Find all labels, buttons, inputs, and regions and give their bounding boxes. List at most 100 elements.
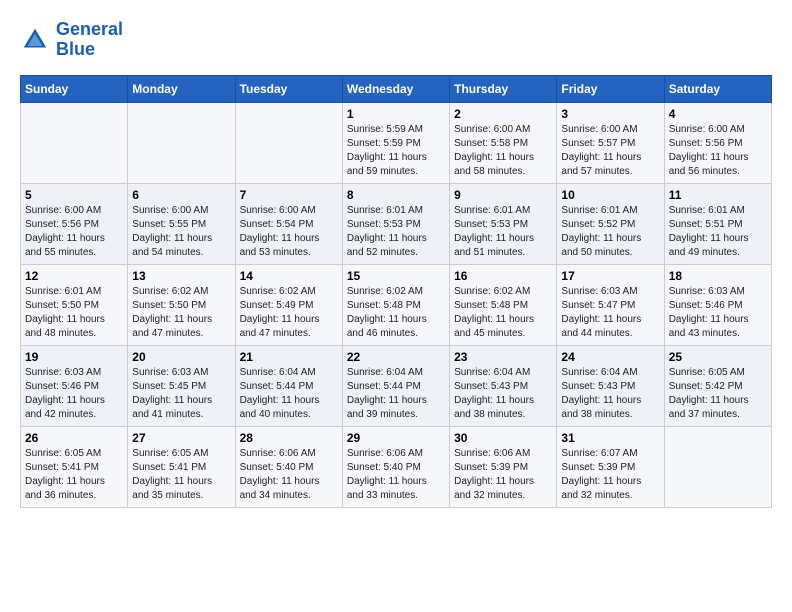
- day-info: Sunrise: 6:05 AM Sunset: 5:41 PM Dayligh…: [132, 447, 230, 503]
- day-number: 27: [132, 431, 230, 445]
- day-info: Sunrise: 6:05 AM Sunset: 5:41 PM Dayligh…: [25, 447, 123, 503]
- day-info: Sunrise: 6:02 AM Sunset: 5:49 PM Dayligh…: [240, 285, 338, 341]
- day-info: Sunrise: 6:04 AM Sunset: 5:44 PM Dayligh…: [347, 366, 445, 422]
- day-info: Sunrise: 6:03 AM Sunset: 5:45 PM Dayligh…: [132, 366, 230, 422]
- day-info: Sunrise: 6:04 AM Sunset: 5:43 PM Dayligh…: [561, 366, 659, 422]
- calendar-cell: 10 Sunrise: 6:01 AM Sunset: 5:52 PM Dayli…: [557, 183, 664, 264]
- logo-text: General Blue: [56, 20, 123, 60]
- weekday-header-sunday: Sunday: [21, 75, 128, 102]
- day-info: Sunrise: 6:02 AM Sunset: 5:50 PM Dayligh…: [132, 285, 230, 341]
- calendar-cell: 4 Sunrise: 6:00 AM Sunset: 5:56 PM Daylig…: [664, 102, 771, 183]
- day-number: 28: [240, 431, 338, 445]
- calendar-cell: 14 Sunrise: 6:02 AM Sunset: 5:49 PM Dayli…: [235, 264, 342, 345]
- day-number: 21: [240, 350, 338, 364]
- day-number: 18: [669, 269, 767, 283]
- day-info: Sunrise: 6:05 AM Sunset: 5:42 PM Dayligh…: [669, 366, 767, 422]
- calendar-cell: [664, 426, 771, 507]
- calendar-cell: 30 Sunrise: 6:06 AM Sunset: 5:39 PM Dayli…: [450, 426, 557, 507]
- day-info: Sunrise: 6:06 AM Sunset: 5:40 PM Dayligh…: [347, 447, 445, 503]
- day-number: 9: [454, 188, 552, 202]
- weekday-header-monday: Monday: [128, 75, 235, 102]
- calendar-cell: 16 Sunrise: 6:02 AM Sunset: 5:48 PM Dayli…: [450, 264, 557, 345]
- day-number: 8: [347, 188, 445, 202]
- day-info: Sunrise: 6:01 AM Sunset: 5:50 PM Dayligh…: [25, 285, 123, 341]
- logo-icon: [20, 25, 50, 55]
- day-info: Sunrise: 6:02 AM Sunset: 5:48 PM Dayligh…: [454, 285, 552, 341]
- day-number: 26: [25, 431, 123, 445]
- day-info: Sunrise: 6:01 AM Sunset: 5:51 PM Dayligh…: [669, 204, 767, 260]
- weekday-header-friday: Friday: [557, 75, 664, 102]
- weekday-header-wednesday: Wednesday: [342, 75, 449, 102]
- day-number: 12: [25, 269, 123, 283]
- calendar-cell: [235, 102, 342, 183]
- day-number: 10: [561, 188, 659, 202]
- day-info: Sunrise: 6:01 AM Sunset: 5:53 PM Dayligh…: [454, 204, 552, 260]
- calendar-cell: 15 Sunrise: 6:02 AM Sunset: 5:48 PM Dayli…: [342, 264, 449, 345]
- day-number: 7: [240, 188, 338, 202]
- calendar-cell: 17Sunrise: 6:03 AM Sunset: 5:47 PM Dayli…: [557, 264, 664, 345]
- day-info: Sunrise: 5:59 AM Sunset: 5:59 PM Dayligh…: [347, 123, 445, 179]
- calendar-cell: 6Sunrise: 6:00 AM Sunset: 5:55 PM Daylig…: [128, 183, 235, 264]
- day-info: Sunrise: 6:06 AM Sunset: 5:39 PM Dayligh…: [454, 447, 552, 503]
- day-number: 25: [669, 350, 767, 364]
- calendar-cell: 25 Sunrise: 6:05 AM Sunset: 5:42 PM Dayli…: [664, 345, 771, 426]
- day-number: 13: [132, 269, 230, 283]
- day-number: 20: [132, 350, 230, 364]
- day-info: Sunrise: 6:01 AM Sunset: 5:53 PM Dayligh…: [347, 204, 445, 260]
- day-info: Sunrise: 6:06 AM Sunset: 5:40 PM Dayligh…: [240, 447, 338, 503]
- calendar-cell: 12 Sunrise: 6:01 AM Sunset: 5:50 PM Dayli…: [21, 264, 128, 345]
- day-info: Sunrise: 6:01 AM Sunset: 5:52 PM Dayligh…: [561, 204, 659, 260]
- weekday-header-saturday: Saturday: [664, 75, 771, 102]
- calendar-cell: 8 Sunrise: 6:01 AM Sunset: 5:53 PM Daylig…: [342, 183, 449, 264]
- calendar-week-row: 12 Sunrise: 6:01 AM Sunset: 5:50 PM Dayli…: [21, 264, 772, 345]
- day-info: Sunrise: 6:04 AM Sunset: 5:44 PM Dayligh…: [240, 366, 338, 422]
- day-number: 6: [132, 188, 230, 202]
- day-info: Sunrise: 6:03 AM Sunset: 5:46 PM Dayligh…: [25, 366, 123, 422]
- calendar-cell: 19 Sunrise: 6:03 AM Sunset: 5:46 PM Dayli…: [21, 345, 128, 426]
- calendar-cell: 5Sunrise: 6:00 AM Sunset: 5:56 PM Daylig…: [21, 183, 128, 264]
- day-info: Sunrise: 6:00 AM Sunset: 5:57 PM Dayligh…: [561, 123, 659, 179]
- calendar-cell: [128, 102, 235, 183]
- calendar-table: SundayMondayTuesdayWednesdayThursdayFrid…: [20, 75, 772, 508]
- day-number: 4: [669, 107, 767, 121]
- weekday-header-thursday: Thursday: [450, 75, 557, 102]
- day-info: Sunrise: 6:00 AM Sunset: 5:54 PM Dayligh…: [240, 204, 338, 260]
- calendar-cell: 21 Sunrise: 6:04 AM Sunset: 5:44 PM Dayli…: [235, 345, 342, 426]
- day-info: Sunrise: 6:02 AM Sunset: 5:48 PM Dayligh…: [347, 285, 445, 341]
- calendar-cell: 23Sunrise: 6:04 AM Sunset: 5:43 PM Dayli…: [450, 345, 557, 426]
- day-number: 2: [454, 107, 552, 121]
- day-number: 11: [669, 188, 767, 202]
- day-info: Sunrise: 6:00 AM Sunset: 5:58 PM Dayligh…: [454, 123, 552, 179]
- calendar-cell: 3 Sunrise: 6:00 AM Sunset: 5:57 PM Daylig…: [557, 102, 664, 183]
- calendar-week-row: 5Sunrise: 6:00 AM Sunset: 5:56 PM Daylig…: [21, 183, 772, 264]
- day-number: 19: [25, 350, 123, 364]
- calendar-cell: 2 Sunrise: 6:00 AM Sunset: 5:58 PM Daylig…: [450, 102, 557, 183]
- day-number: 15: [347, 269, 445, 283]
- day-info: Sunrise: 6:04 AM Sunset: 5:43 PM Dayligh…: [454, 366, 552, 422]
- calendar-cell: 31Sunrise: 6:07 AM Sunset: 5:39 PM Dayli…: [557, 426, 664, 507]
- calendar-week-row: 1Sunrise: 5:59 AM Sunset: 5:59 PM Daylig…: [21, 102, 772, 183]
- logo: General Blue: [20, 20, 123, 60]
- day-number: 16: [454, 269, 552, 283]
- calendar-cell: 11 Sunrise: 6:01 AM Sunset: 5:51 PM Dayli…: [664, 183, 771, 264]
- day-number: 14: [240, 269, 338, 283]
- calendar-week-row: 19 Sunrise: 6:03 AM Sunset: 5:46 PM Dayli…: [21, 345, 772, 426]
- calendar-cell: [21, 102, 128, 183]
- day-info: Sunrise: 6:00 AM Sunset: 5:56 PM Dayligh…: [669, 123, 767, 179]
- weekday-header-row: SundayMondayTuesdayWednesdayThursdayFrid…: [21, 75, 772, 102]
- calendar-cell: 7 Sunrise: 6:00 AM Sunset: 5:54 PM Daylig…: [235, 183, 342, 264]
- day-info: Sunrise: 6:07 AM Sunset: 5:39 PM Dayligh…: [561, 447, 659, 503]
- calendar-cell: 13 Sunrise: 6:02 AM Sunset: 5:50 PM Dayli…: [128, 264, 235, 345]
- calendar-cell: 9 Sunrise: 6:01 AM Sunset: 5:53 PM Daylig…: [450, 183, 557, 264]
- day-number: 17: [561, 269, 659, 283]
- calendar-cell: 26 Sunrise: 6:05 AM Sunset: 5:41 PM Dayli…: [21, 426, 128, 507]
- calendar-cell: 29Sunrise: 6:06 AM Sunset: 5:40 PM Dayli…: [342, 426, 449, 507]
- calendar-cell: 28 Sunrise: 6:06 AM Sunset: 5:40 PM Dayli…: [235, 426, 342, 507]
- day-number: 22: [347, 350, 445, 364]
- day-number: 3: [561, 107, 659, 121]
- calendar-cell: 22 Sunrise: 6:04 AM Sunset: 5:44 PM Dayli…: [342, 345, 449, 426]
- day-number: 5: [25, 188, 123, 202]
- day-number: 24: [561, 350, 659, 364]
- calendar-cell: 1Sunrise: 5:59 AM Sunset: 5:59 PM Daylig…: [342, 102, 449, 183]
- day-number: 30: [454, 431, 552, 445]
